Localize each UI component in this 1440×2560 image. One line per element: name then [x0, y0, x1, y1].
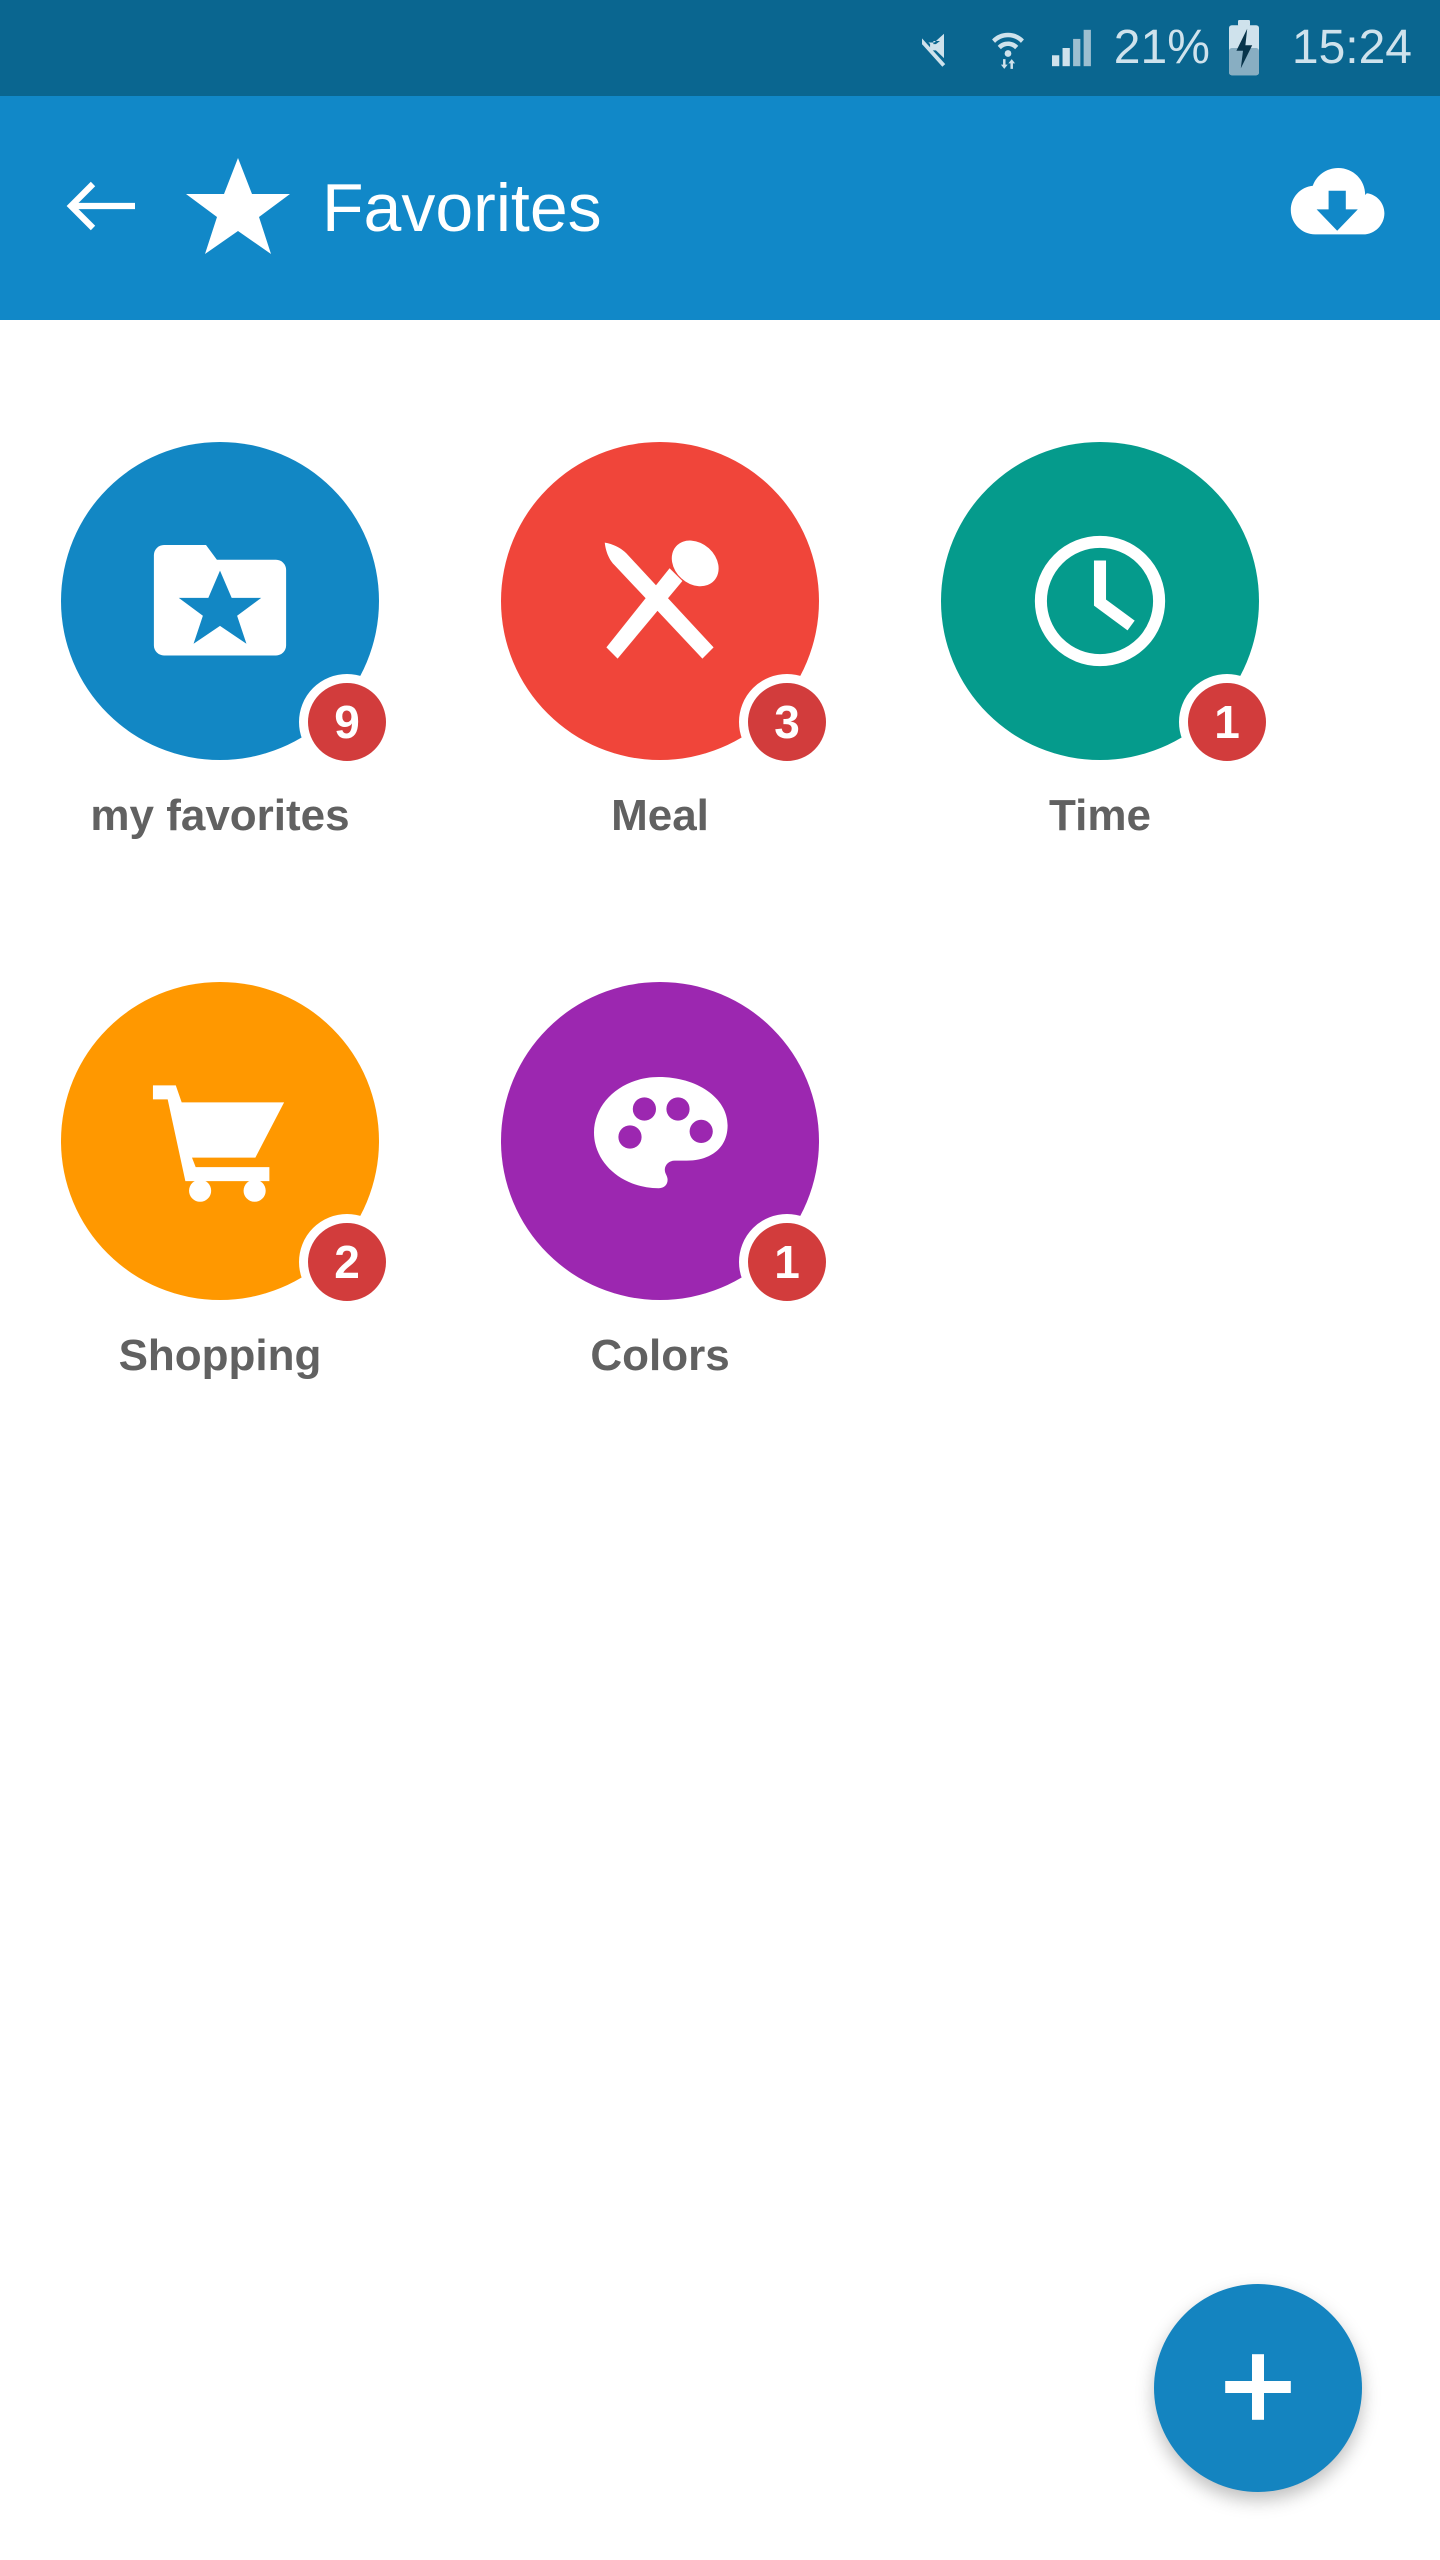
- wifi-icon: [986, 25, 1030, 71]
- folder-star-icon: [150, 531, 290, 671]
- grid-item-shopping[interactable]: 2 Shopping: [0, 960, 440, 1500]
- grid-item-label: Time: [1049, 791, 1151, 840]
- app-bar: Favorites: [0, 96, 1440, 320]
- icon-badge-wrap: 2: [61, 982, 395, 1310]
- icon-badge-wrap: 1: [941, 442, 1275, 770]
- grid-item-time[interactable]: 1 Time: [880, 420, 1320, 960]
- icon-badge-wrap: 1: [501, 982, 835, 1310]
- status-badge: 9: [299, 674, 395, 770]
- shopping-cart-icon: [150, 1071, 290, 1211]
- plus-icon: [1220, 2349, 1296, 2428]
- back-button[interactable]: [60, 168, 140, 248]
- status-bar: 21% 15:24: [0, 0, 1440, 96]
- grid-item-my-favorites[interactable]: 9 my favorites: [0, 420, 440, 960]
- grid-item-label: Shopping: [118, 1331, 322, 1380]
- grid-item-label: Meal: [611, 791, 709, 840]
- back-arrow-icon: [63, 176, 137, 241]
- status-bar-clock: 15:24: [1291, 21, 1412, 74]
- status-badge: 1: [739, 1214, 835, 1310]
- grid-item-meal[interactable]: 3 Meal: [440, 420, 880, 960]
- star-icon: [186, 156, 290, 261]
- spoon-knife-icon: [590, 531, 730, 671]
- icon-badge-wrap: 3: [501, 442, 835, 770]
- cloud-download-icon: [1284, 166, 1388, 251]
- icon-badge-wrap: 9: [61, 442, 395, 770]
- favorites-logo: [186, 156, 290, 261]
- content-area: 9 my favorites 3 Meal 1 Time 2 Shopping …: [0, 320, 1440, 2560]
- page-title: Favorites: [322, 170, 602, 246]
- status-badge: 2: [299, 1214, 395, 1310]
- status-badge: 3: [739, 674, 835, 770]
- status-badge: 1: [1179, 674, 1275, 770]
- palette-icon: [590, 1071, 730, 1211]
- grid-item-colors[interactable]: 1 Colors: [440, 960, 880, 1500]
- battery-percent-label: 21%: [1113, 21, 1210, 74]
- app-screen: 21% 15:24 Favorites 9 my favorites 3 Mea…: [0, 0, 1440, 2560]
- grid-item-label: Colors: [590, 1331, 730, 1380]
- battery-charging-icon: [1226, 20, 1262, 76]
- cellular-signal-icon: [1050, 28, 1094, 68]
- cloud-download-button[interactable]: [1284, 156, 1388, 260]
- clock-icon: [1030, 531, 1170, 671]
- status-bar-icons: 21% 15:24: [921, 20, 1412, 76]
- grid-item-label: my favorites: [90, 791, 350, 840]
- mute-icon: [921, 26, 966, 70]
- add-favorite-fab[interactable]: [1154, 2284, 1362, 2492]
- favorites-grid: 9 my favorites 3 Meal 1 Time 2 Shopping …: [0, 420, 1440, 1500]
